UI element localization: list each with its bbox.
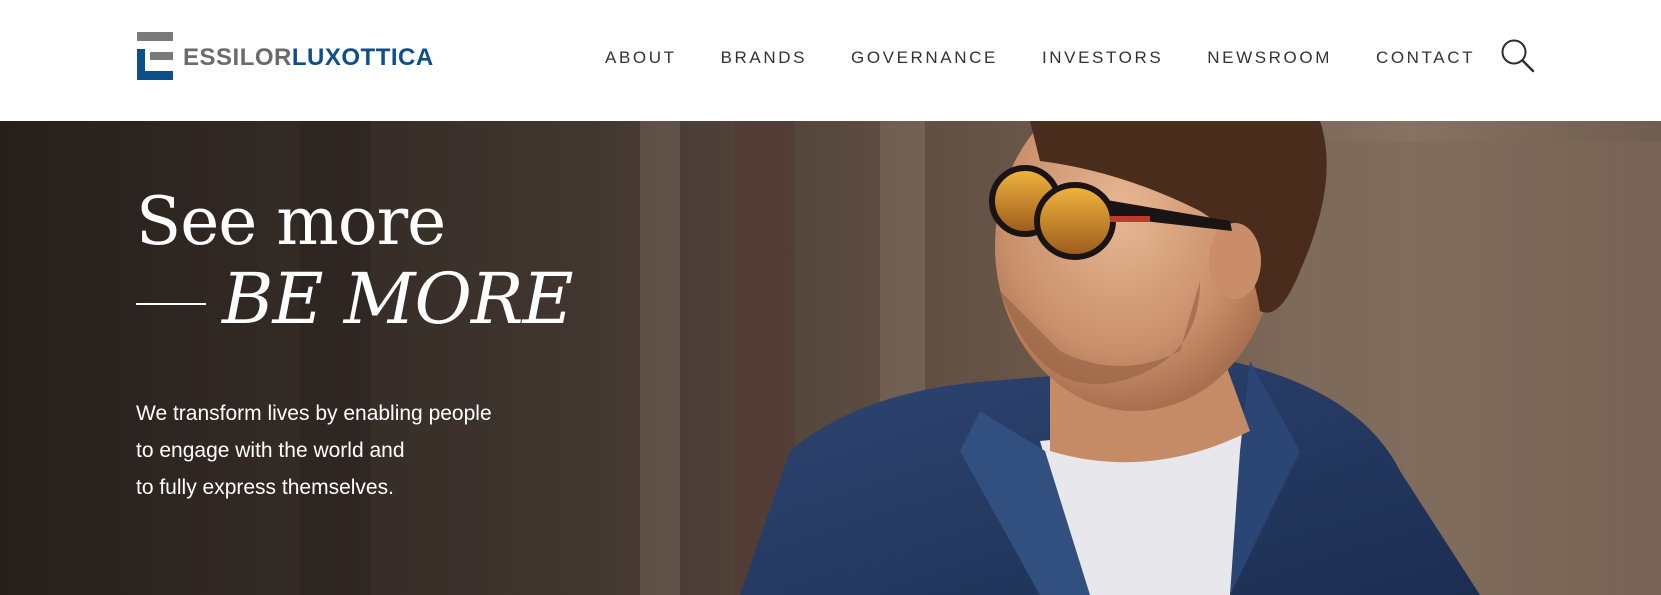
hero-title: See more BE MORE: [136, 183, 574, 340]
hero-tagline: We transform lives by enabling people to…: [136, 395, 492, 506]
site-logo[interactable]: ESSILORLUXOTTICA: [137, 32, 434, 80]
logo-wordmark-luxottica: LUXOTTICA: [291, 44, 434, 71]
search-icon: [1501, 39, 1535, 73]
hero-title-line2: BE MORE: [222, 258, 574, 340]
nav-item-newsroom[interactable]: NEWSROOM: [1207, 44, 1332, 72]
title-dash-divider: [136, 303, 206, 305]
hero-title-line1: See more: [136, 183, 446, 260]
nav-item-brands[interactable]: BRANDS: [721, 44, 807, 72]
logo-wordmark: ESSILORLUXOTTICA: [183, 46, 434, 70]
hero-tagline-line: We transform lives by enabling people: [136, 402, 492, 425]
nav-item-investors[interactable]: INVESTORS: [1042, 44, 1163, 72]
search-button[interactable]: [1500, 38, 1536, 74]
hero-title-line2-wrap: BE MORE: [136, 258, 574, 340]
hero-tagline-line: to engage with the world and: [136, 439, 405, 462]
main-nav: ABOUT BRANDS GOVERNANCE INVESTORS NEWSRO…: [605, 44, 1475, 72]
site-header: ESSILORLUXOTTICA ABOUT BRANDS GOVERNANCE…: [0, 0, 1661, 121]
nav-item-about[interactable]: ABOUT: [605, 44, 677, 72]
page: ESSILORLUXOTTICA ABOUT BRANDS GOVERNANCE…: [0, 0, 1661, 595]
hero-tagline-line: to fully express themselves.: [136, 476, 394, 499]
hero-banner: See more BE MORE We transform lives by e…: [0, 121, 1661, 595]
nav-item-governance[interactable]: GOVERNANCE: [851, 44, 998, 72]
logo-wordmark-essilor: ESSILOR: [183, 44, 292, 71]
essilorluxottica-e-logo-icon: [137, 32, 173, 80]
nav-item-contact[interactable]: CONTACT: [1376, 44, 1475, 72]
